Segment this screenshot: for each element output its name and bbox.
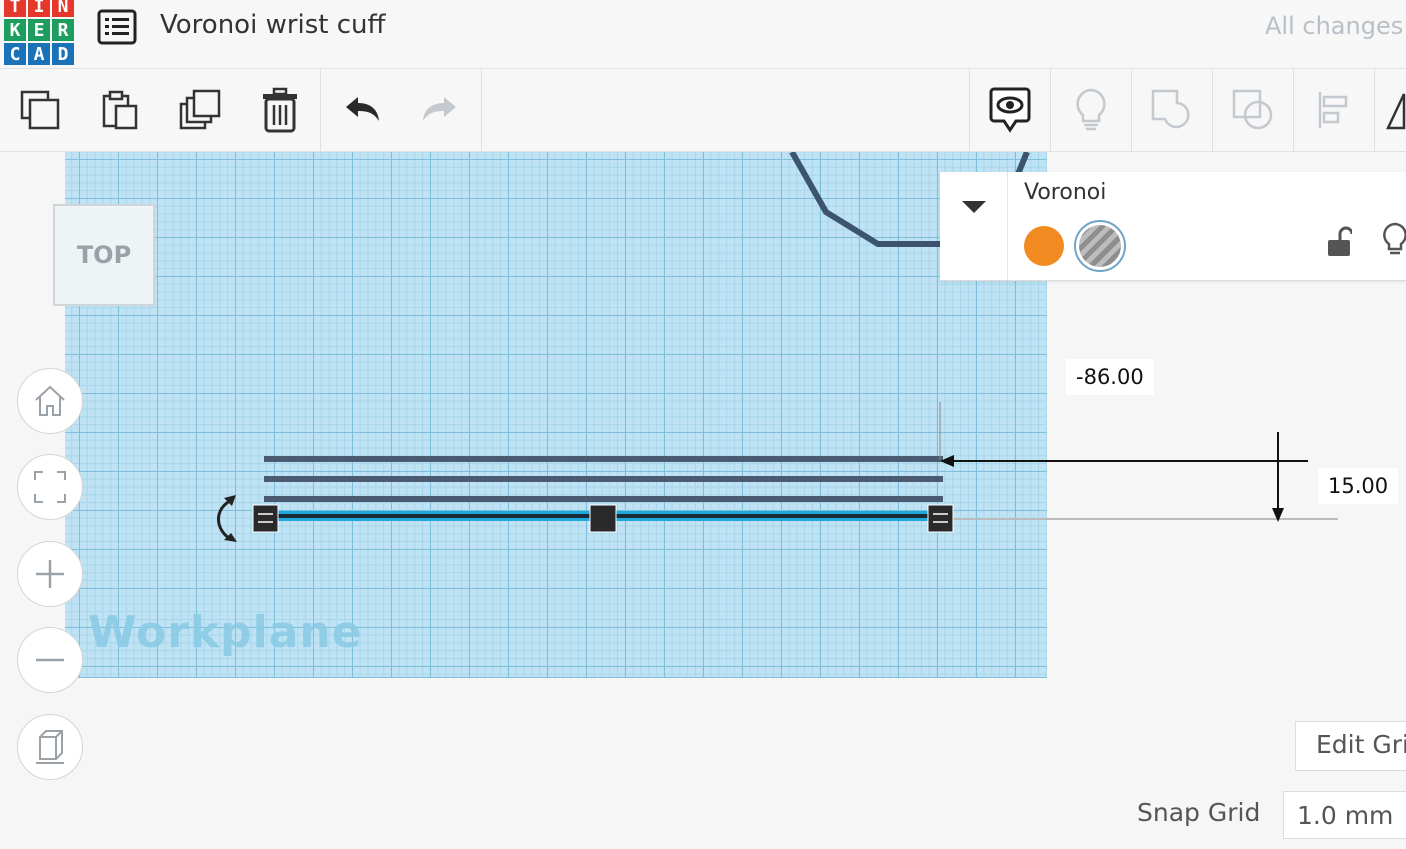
ring-shape-outline [789,152,940,247]
logo-letter: E [27,18,51,42]
snap-grid-value: 1.0 mm [1297,801,1394,830]
edit-grid-button[interactable]: Edit Grid [1295,721,1406,771]
ungroup-icon [1232,89,1273,130]
lightbulb-icon [1076,88,1106,131]
fit-view-icon [34,471,66,503]
zoom-out-icon [36,658,64,662]
delete-button[interactable] [240,69,320,151]
mirror-icon [1386,93,1406,130]
lightbulb-icon [1383,222,1406,255]
save-status: All changes [1265,12,1404,40]
logo-letter: K [3,18,27,42]
perspective-button[interactable] [17,714,83,780]
caret-down-icon [961,201,986,213]
undo-button[interactable] [322,69,402,151]
delete-icon [263,87,297,133]
shape-name[interactable]: Voronoi [1024,180,1106,205]
group-icon [1151,89,1190,129]
copy-icon [20,90,60,130]
redo-button[interactable] [400,69,480,151]
list-icon [97,9,137,45]
app-header: T I N K E R C A D Voronoi wrist cuff All… [0,0,1406,69]
hole-button[interactable] [1074,220,1126,272]
show-all-button[interactable] [1051,69,1131,151]
logo-letter: D [51,42,75,66]
notes-icon [989,87,1031,133]
logo-letter: I [27,0,51,18]
view-cube-face: TOP [76,241,132,269]
paste-button[interactable] [80,69,160,151]
logo-letter: R [51,18,75,42]
rotate-handle-icon [217,498,233,542]
logo-letter: N [51,0,75,18]
align-button[interactable] [1294,69,1374,151]
snap-grid-select[interactable]: 1.0 mm [1283,791,1406,839]
zoom-in-button[interactable] [17,541,83,607]
zoom-out-button[interactable] [17,627,83,693]
ring-shape-outline-right [1015,152,1030,176]
snap-grid-label: Snap Grid [1137,798,1261,827]
notes-button[interactable] [970,69,1050,151]
logo-letter: C [3,42,27,66]
workplane-canvas[interactable]: Workplane TOP Voronoi -86.00 15.00 Edit … [0,152,1406,849]
duplicate-icon [179,89,221,130]
design-title[interactable]: Voronoi wrist cuff [160,10,385,40]
offset-dimension-input[interactable]: -86.00 [1066,359,1154,395]
view-cube[interactable]: TOP [53,204,155,306]
light-button[interactable] [1380,222,1406,262]
edit-grid-label: Edit Grid [1316,730,1406,759]
edit-toolbar [0,69,1406,152]
solid-color-button[interactable] [1024,226,1064,266]
group-button[interactable] [1132,69,1212,151]
unlock-icon [1328,226,1354,256]
collapse-inspector-button[interactable] [940,172,1007,242]
fit-view-button[interactable] [17,454,83,520]
mirror-button[interactable] [1376,69,1406,151]
ungroup-button[interactable] [1213,69,1293,151]
logo-letter: T [3,0,27,18]
tinkercad-logo[interactable]: T I N K E R C A D [3,0,75,66]
shape-inspector: Voronoi [940,172,1406,281]
design-list-button[interactable] [97,9,137,45]
copy-button[interactable] [0,69,80,151]
height-dimension-input[interactable]: 15.00 [1318,468,1399,504]
duplicate-button[interactable] [160,69,240,151]
perspective-icon [36,730,64,764]
paste-icon [102,90,138,130]
resize-handle-center [589,504,617,533]
lock-button[interactable] [1326,226,1354,262]
home-view-button[interactable] [17,368,83,434]
hole-pattern [1079,225,1121,267]
logo-letter: A [27,42,51,66]
redo-icon [423,97,456,121]
align-icon [1318,92,1348,128]
home-icon [35,385,65,416]
resize-handle-left [252,504,279,533]
resize-handle-right [927,504,954,533]
zoom-in-icon [36,560,64,588]
undo-icon [346,97,379,121]
